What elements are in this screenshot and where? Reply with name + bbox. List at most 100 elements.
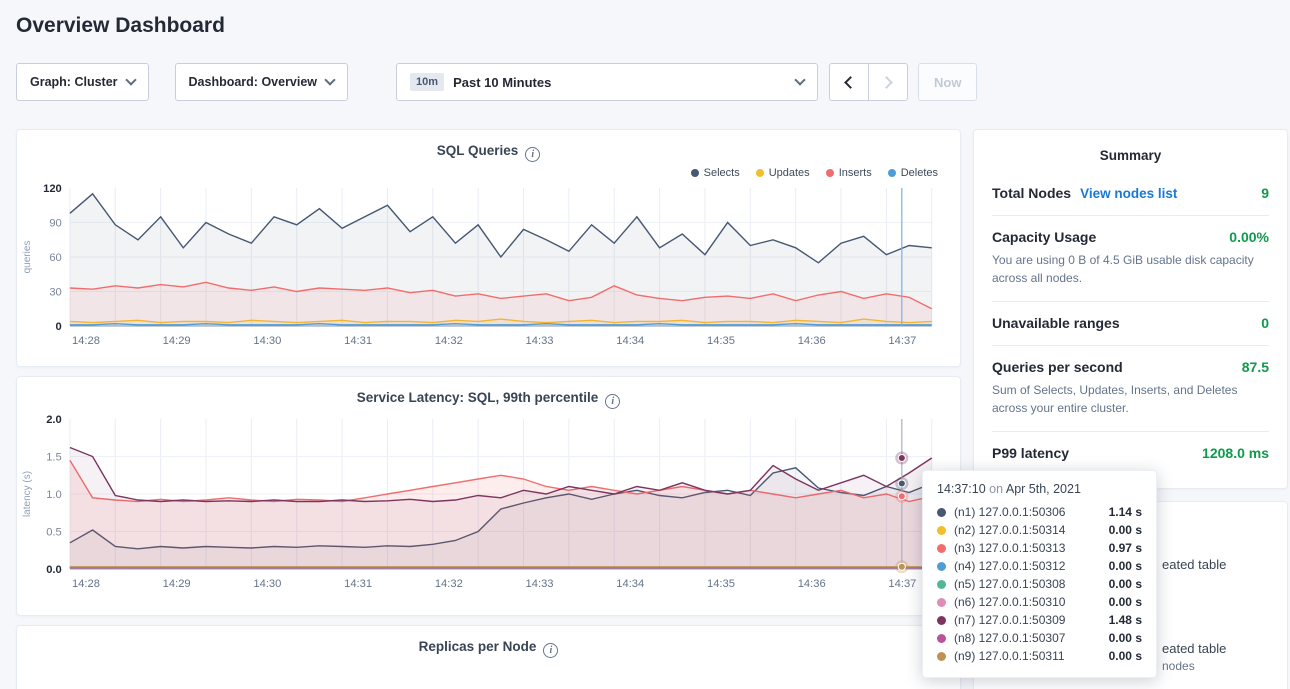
node-color-dot <box>937 526 946 535</box>
svg-text:14:30: 14:30 <box>253 578 281 590</box>
svg-text:0.0: 0.0 <box>46 564 62 576</box>
time-range-dropdown[interactable]: 10m Past 10 Minutes <box>396 63 818 101</box>
chevron-right-icon <box>880 76 893 89</box>
tooltip-row: (n4) 127.0.0.1:503120.00 s <box>937 557 1142 575</box>
node-color-dot <box>937 652 946 661</box>
chevron-down-icon <box>794 74 805 85</box>
event-item[interactable]: eated table <box>1162 641 1226 656</box>
tooltip-row: (n5) 127.0.0.1:503080.00 s <box>937 575 1142 593</box>
tooltip-date: Apr 5th, 2021 <box>1006 482 1081 496</box>
summary-row-capacity-usage: Capacity Usage 0.00% You are using 0 B o… <box>992 216 1269 302</box>
tooltip-node-label: (n2) 127.0.0.1:50314 <box>954 523 1109 537</box>
chart-title: Replicas per Node <box>419 639 537 654</box>
svg-text:120: 120 <box>43 183 62 195</box>
event-item[interactable]: eated table <box>1162 557 1226 572</box>
svg-text:14:29: 14:29 <box>163 335 191 347</box>
tooltip-node-label: (n3) 127.0.0.1:50313 <box>954 541 1109 555</box>
event-item-subtext: nodes <box>1162 659 1195 673</box>
view-nodes-list-link[interactable]: View nodes list <box>1080 186 1177 201</box>
overview-dashboard-page: Overview Dashboard Graph: Cluster Dashbo… <box>0 0 1290 689</box>
legend-item[interactable]: Inserts <box>826 167 872 179</box>
time-forward-button[interactable] <box>868 63 908 101</box>
sql-queries-chart-card: SQL Queriesi SelectsUpdatesInsertsDelete… <box>16 129 961 367</box>
svg-text:14:31: 14:31 <box>344 578 372 590</box>
svg-text:14:28: 14:28 <box>72 578 100 590</box>
now-button[interactable]: Now <box>918 63 977 101</box>
tooltip-time: 14:37:10 <box>937 482 986 496</box>
summary-label: Queries per second <box>992 359 1123 375</box>
summary-value: 0 <box>1261 315 1269 331</box>
tooltip-row: (n7) 127.0.0.1:503091.48 s <box>937 611 1142 629</box>
dashboard-dropdown[interactable]: Dashboard: Overview <box>175 63 349 101</box>
node-color-dot <box>937 598 946 607</box>
summary-label: Capacity Usage <box>992 229 1096 245</box>
svg-text:90: 90 <box>49 218 61 230</box>
time-range-label: Past 10 Minutes <box>453 75 551 90</box>
tooltip-node-value: 1.48 s <box>1109 613 1142 627</box>
tooltip-node-label: (n7) 127.0.0.1:50309 <box>954 613 1109 627</box>
tooltip-node-value: 1.14 s <box>1109 505 1142 519</box>
tooltip-node-label: (n8) 127.0.0.1:50307 <box>954 631 1109 645</box>
svg-text:14:36: 14:36 <box>798 578 826 590</box>
summary-title: Summary <box>992 144 1269 172</box>
chevron-down-icon <box>125 74 136 85</box>
chart-hover-tooltip: 14:37:10 on Apr 5th, 2021 (n1) 127.0.0.1… <box>922 470 1157 678</box>
tooltip-row: (n8) 127.0.0.1:503070.00 s <box>937 629 1142 647</box>
svg-text:2.0: 2.0 <box>46 414 62 426</box>
sql-queries-chart[interactable]: 0306090120queries14:2814:2914:3014:3114:… <box>17 180 946 352</box>
tooltip-timestamp: 14:37:10 on Apr 5th, 2021 <box>937 482 1142 496</box>
legend-label: Deletes <box>901 167 938 179</box>
svg-text:14:34: 14:34 <box>616 578 644 590</box>
tooltip-node-value: 0.00 s <box>1109 649 1142 663</box>
node-color-dot <box>937 544 946 553</box>
svg-text:14:31: 14:31 <box>344 335 372 347</box>
svg-text:14:33: 14:33 <box>526 335 554 347</box>
time-back-button[interactable] <box>829 63 869 101</box>
svg-text:14:35: 14:35 <box>707 335 735 347</box>
svg-text:14:32: 14:32 <box>435 578 463 590</box>
graph-dropdown-label: Graph: Cluster <box>30 75 118 89</box>
legend-item[interactable]: Selects <box>691 167 740 179</box>
legend-dot <box>691 169 699 177</box>
legend-item[interactable]: Updates <box>756 167 810 179</box>
tooltip-node-label: (n4) 127.0.0.1:50312 <box>954 559 1109 573</box>
tooltip-row: (n6) 127.0.0.1:503100.00 s <box>937 593 1142 611</box>
svg-text:60: 60 <box>49 252 61 264</box>
node-color-dot <box>937 634 946 643</box>
svg-text:queries: queries <box>22 241 33 274</box>
summary-description: Sum of Selects, Updates, Inserts, and De… <box>992 381 1269 417</box>
svg-text:14:34: 14:34 <box>616 335 644 347</box>
tooltip-node-label: (n5) 127.0.0.1:50308 <box>954 577 1109 591</box>
tooltip-node-value: 0.00 s <box>1109 595 1142 609</box>
node-color-dot <box>937 562 946 571</box>
service-latency-chart[interactable]: 0.00.51.01.52.0latency (s)14:2814:2914:3… <box>17 409 946 595</box>
dashboard-dropdown-label: Dashboard: Overview <box>189 75 318 89</box>
svg-text:30: 30 <box>49 287 61 299</box>
tooltip-node-value: 0.00 s <box>1109 577 1142 591</box>
service-latency-chart-card: Service Latency: SQL, 99th percentilei 0… <box>16 376 961 616</box>
summary-value: 0.00% <box>1229 229 1269 245</box>
legend-item[interactable]: Deletes <box>888 167 938 179</box>
summary-value: 1208.0 ms <box>1202 445 1269 461</box>
summary-label: Total Nodes <box>992 185 1071 201</box>
tooltip-node-label: (n1) 127.0.0.1:50306 <box>954 505 1109 519</box>
svg-text:14:35: 14:35 <box>707 578 735 590</box>
summary-label: P99 latency <box>992 445 1069 461</box>
summary-description: You are using 0 B of 4.5 GiB usable disk… <box>992 251 1269 287</box>
summary-value: 87.5 <box>1242 359 1269 375</box>
legend-dot <box>756 169 764 177</box>
time-range-badge: 10m <box>410 73 444 91</box>
svg-text:14:32: 14:32 <box>435 335 463 347</box>
info-icon[interactable]: i <box>525 147 540 162</box>
toolbar: Graph: Cluster Dashboard: Overview 10m P… <box>16 63 1274 101</box>
info-icon[interactable]: i <box>605 394 620 409</box>
svg-text:14:37: 14:37 <box>888 335 916 347</box>
legend-label: Selects <box>704 167 740 179</box>
svg-text:1.0: 1.0 <box>46 489 62 501</box>
replicas-per-node-chart-card: Replicas per Node i <box>16 625 961 689</box>
charts-column: SQL Queriesi SelectsUpdatesInsertsDelete… <box>16 129 961 689</box>
info-icon[interactable]: i <box>543 643 558 658</box>
sql-legend: Selects Updates Inserts Deletes <box>17 162 960 180</box>
tooltip-node-value: 0.00 s <box>1109 559 1142 573</box>
graph-dropdown[interactable]: Graph: Cluster <box>16 63 149 101</box>
